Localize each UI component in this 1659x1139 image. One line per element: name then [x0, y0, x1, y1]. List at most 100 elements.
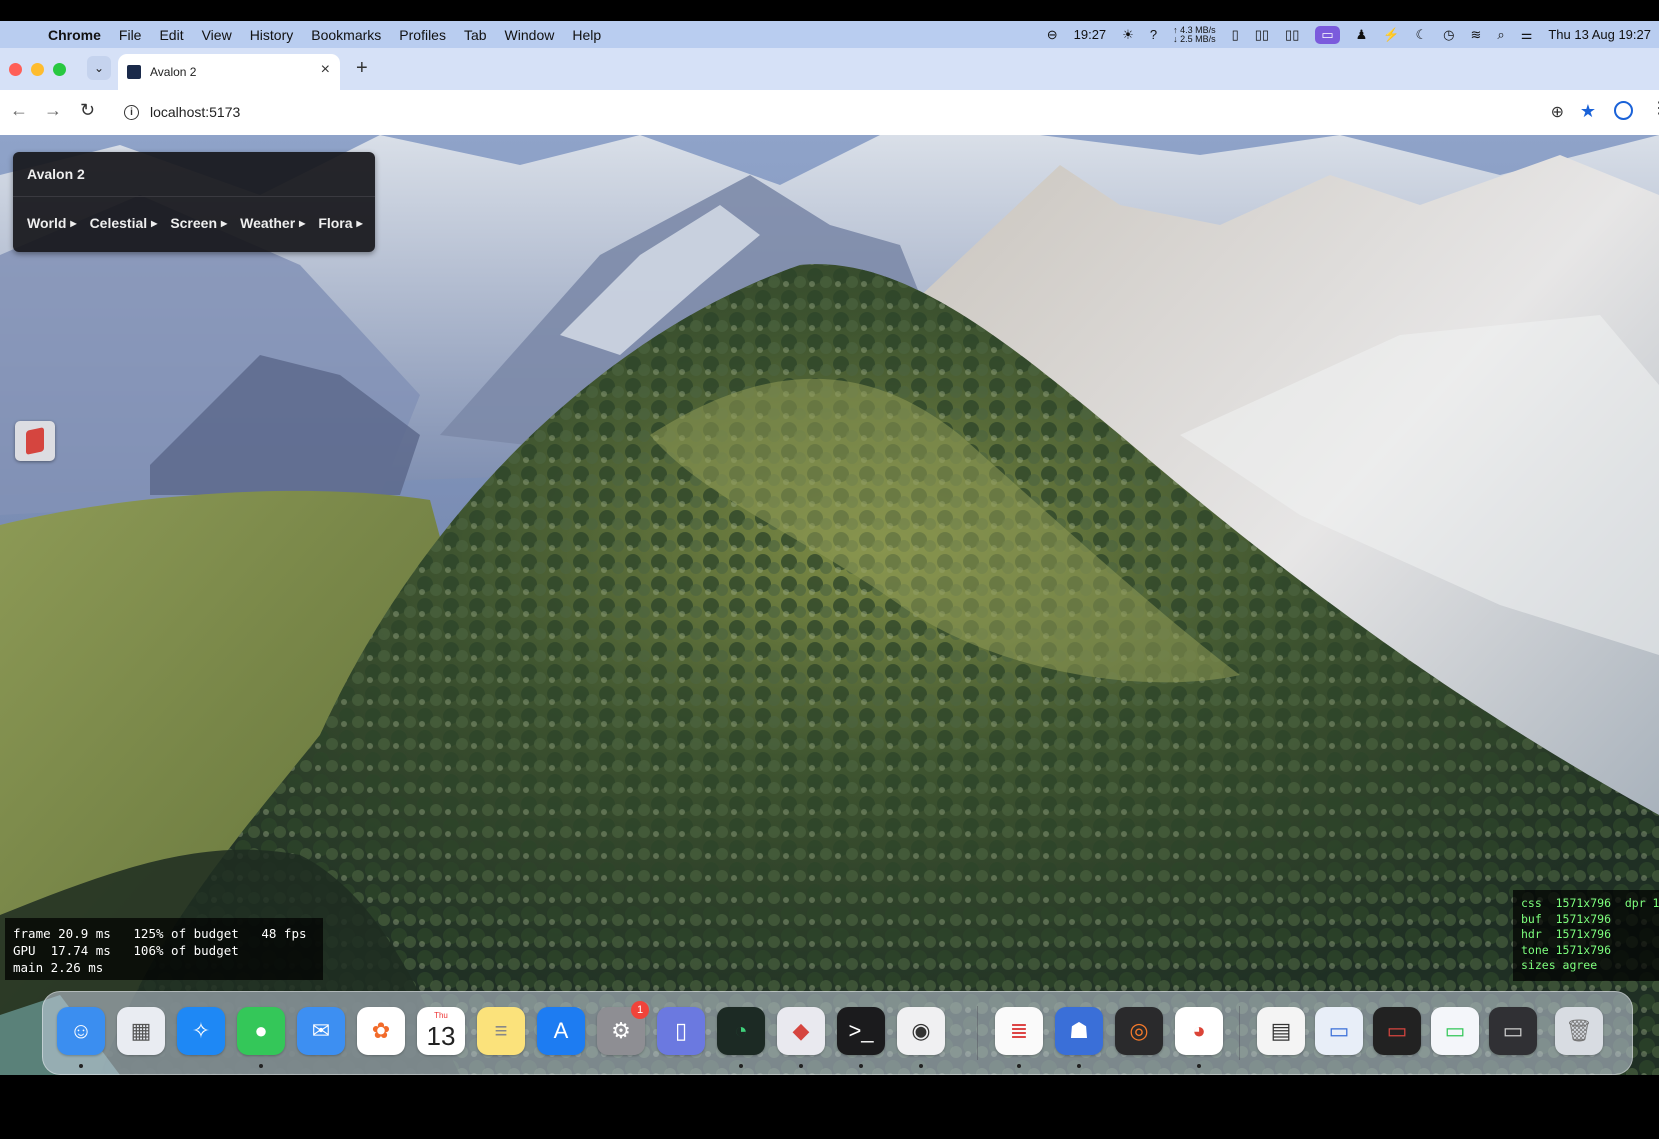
time-machine-icon[interactable]: ◷ — [1443, 27, 1454, 43]
accessibility-icon[interactable]: ♟ — [1356, 27, 1368, 43]
minimized-window-1-icon[interactable]: ▭ — [1315, 1007, 1363, 1055]
network-speed[interactable]: ↑ 4.3 MB/s ↓ 2.5 MB/s — [1173, 25, 1216, 44]
chrome-menu-icon[interactable]: ⋮ — [1651, 98, 1659, 118]
size-stats-overlay: css 1571x796 dpr 1 buf 1571x796 hdr 1571… — [1513, 890, 1659, 981]
tab-strip: ⌄ Avalon 2 × + — [0, 48, 1659, 90]
new-tab-button[interactable]: + — [356, 57, 368, 80]
wifi-icon[interactable]: ≋ — [1471, 27, 1482, 43]
terminal-icon[interactable]: >_ — [837, 1007, 885, 1055]
photos-icon[interactable]: ✿ — [357, 1007, 405, 1055]
messages-icon[interactable]: ● — [237, 1007, 285, 1055]
robot-app-icon[interactable]: ☗ — [1055, 1007, 1103, 1055]
minimized-window-4-icon[interactable]: ▭ — [1489, 1007, 1537, 1055]
browser-toolbar: ← → ↻ i localhost:5173 ⊕ ★ ⋮ — [0, 90, 1659, 135]
notes-icon[interactable]: ≡ — [477, 1007, 525, 1055]
menubar-datetime[interactable]: Thu 13 Aug 19:27 — [1548, 27, 1651, 42]
control-center-icon[interactable]: ⚌ — [1521, 27, 1533, 43]
running-indicator — [919, 1064, 923, 1068]
help-icon[interactable]: ? — [1150, 27, 1157, 42]
webgl-viewport[interactable]: Avalon 2 World ▶ Celestial ▶ Screen ▶ Weath… — [0, 135, 1659, 1075]
macos-menubar: Chrome File Edit View History Bookmarks … — [0, 21, 1659, 48]
minimized-window-2-icon[interactable]: ▭ — [1373, 1007, 1421, 1055]
forward-button[interactable]: → — [44, 100, 62, 121]
calendar-icon[interactable]: Thu 13 — [417, 1007, 465, 1055]
profile-icon[interactable] — [1614, 101, 1633, 120]
url-text[interactable]: localhost:5173 — [150, 104, 240, 120]
power-icon[interactable]: ⚡ — [1383, 27, 1399, 43]
window-tile-icon[interactable]: ▯▯ — [1255, 27, 1269, 43]
stage-manager-icon[interactable]: ▯▯ — [1285, 27, 1299, 43]
window-minimize-button[interactable] — [31, 63, 44, 76]
textedit-icon[interactable]: ≣ — [995, 1007, 1043, 1055]
app-store-icon[interactable]: A — [537, 1007, 585, 1055]
hud-menu-screen[interactable]: Screen ▶ — [170, 215, 227, 231]
hud-menu-flora-label: Flora — [318, 215, 353, 231]
downloads-stack-icon[interactable]: ▤ — [1257, 1007, 1305, 1055]
menu-file[interactable]: File — [110, 27, 151, 43]
address-bar[interactable]: i localhost:5173 ⊕ ★ — [116, 96, 1596, 129]
status-area: ⊖ 19:27 ☀ ? ↑ 4.3 MB/s ↓ 2.5 MB/s ▯ ▯▯ ▯… — [1039, 21, 1659, 48]
activity-monitor-icon[interactable]: ◔ — [717, 1007, 765, 1055]
chrome-icon[interactable]: ◕ — [1175, 1007, 1223, 1055]
perf-stats-overlay: frame 20.9 ms 125% of budget 48 fps GPU … — [5, 918, 323, 980]
reload-button[interactable]: ↻ — [80, 100, 95, 121]
menu-app-name[interactable]: Chrome — [44, 27, 110, 43]
trash-icon[interactable]: 🗑 — [1555, 1007, 1603, 1055]
hud-menu-world[interactable]: World ▶ — [27, 215, 77, 231]
net-down: ↓ 2.5 MB/s — [1173, 33, 1216, 44]
battery-icon[interactable]: ▯ — [1232, 27, 1239, 43]
focus-moon-icon[interactable]: ☾ — [1416, 27, 1428, 43]
tab-favicon-icon — [127, 65, 141, 79]
size-agree: sizes agree — [1521, 958, 1598, 972]
window-zoom-button[interactable] — [53, 63, 66, 76]
bookmark-star-icon[interactable]: ★ — [1580, 101, 1596, 122]
zoom-icon[interactable]: ⊕ — [1551, 102, 1564, 122]
running-indicator — [1077, 1064, 1081, 1068]
link-icon[interactable]: ⊖ — [1047, 27, 1058, 43]
menu-bookmarks[interactable]: Bookmarks — [302, 27, 390, 43]
tab-close-icon[interactable]: × — [321, 61, 330, 79]
dock-separator — [1239, 1006, 1240, 1060]
back-button[interactable]: ← — [10, 100, 28, 121]
launchpad-icon[interactable]: ▦ — [117, 1007, 165, 1055]
avalon-app-icon[interactable]: ◆ — [777, 1007, 825, 1055]
safari-icon[interactable]: ✧ — [177, 1007, 225, 1055]
hud-menu-celestial[interactable]: Celestial ▶ — [90, 215, 158, 231]
hud-menu-celestial-label: Celestial — [89, 215, 148, 231]
triangle-right-icon: ▶ — [221, 219, 228, 228]
sun-icon[interactable]: ☀ — [1122, 27, 1134, 43]
calendar-weekday: Thu — [434, 1011, 448, 1020]
menu-view[interactable]: View — [193, 27, 241, 43]
menubar-clock[interactable]: 19:27 — [1074, 27, 1107, 42]
size-hdr: hdr 1571x796 — [1521, 927, 1612, 941]
triangle-right-icon: ▶ — [70, 219, 77, 228]
tab-avalon[interactable]: Avalon 2 × — [118, 54, 340, 90]
window-close-button[interactable] — [9, 63, 22, 76]
site-info-icon[interactable]: i — [124, 105, 139, 120]
perf-main: main 2.26 ms — [13, 960, 104, 975]
mail-icon[interactable]: ✉ — [297, 1007, 345, 1055]
menu-history[interactable]: History — [241, 27, 303, 43]
running-indicator — [1197, 1064, 1201, 1068]
hud-divider — [13, 196, 375, 197]
screenshot-icon[interactable]: ◉ — [897, 1007, 945, 1055]
extension-badge-icon[interactable] — [15, 421, 55, 461]
menu-edit[interactable]: Edit — [150, 27, 192, 43]
hud-menu-world-label: World — [27, 215, 67, 231]
screen-share-icon[interactable]: ▭ — [1315, 25, 1340, 44]
minimized-window-3-icon[interactable]: ▭ — [1431, 1007, 1479, 1055]
menu-help[interactable]: Help — [563, 27, 610, 43]
spotlight-icon[interactable]: ⌕ — [1497, 27, 1504, 43]
hud-menu-flora[interactable]: Flora ▶ — [318, 215, 362, 231]
menu-window[interactable]: Window — [496, 27, 564, 43]
blender-icon[interactable]: ◎ — [1115, 1007, 1163, 1055]
running-indicator — [79, 1064, 83, 1068]
system-settings-icon[interactable]: ⚙ 1 — [597, 1001, 649, 1055]
hud-menu-weather[interactable]: Weather ▶ — [240, 215, 305, 231]
triangle-right-icon: ▶ — [151, 219, 158, 228]
menu-tab[interactable]: Tab — [455, 27, 496, 43]
menu-profiles[interactable]: Profiles — [390, 27, 455, 43]
finder-icon[interactable]: ☺ — [57, 1007, 105, 1055]
simulator-icon[interactable]: ▯ — [657, 1007, 705, 1055]
tab-search-chevron-icon[interactable]: ⌄ — [87, 56, 111, 80]
